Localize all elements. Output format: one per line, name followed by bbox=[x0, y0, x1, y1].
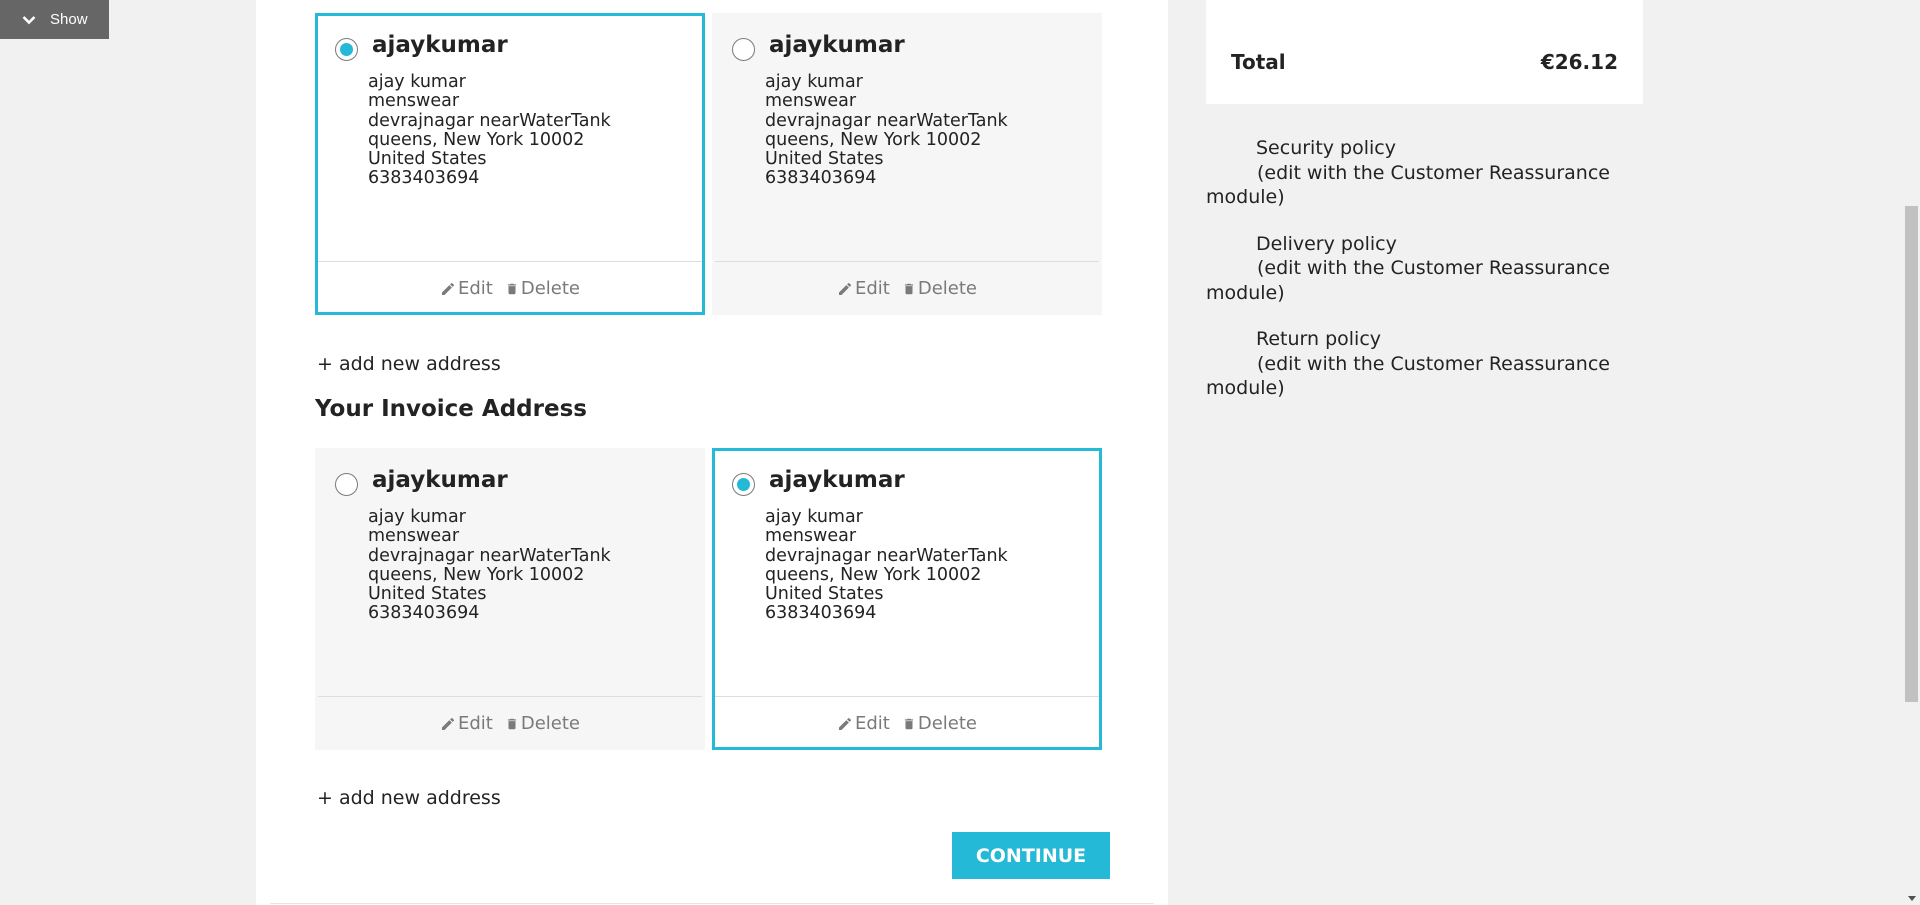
invoice-address-card[interactable]: ajaykumar ajay kumar menswear devrajnaga… bbox=[315, 448, 705, 750]
address-line: devrajnagar nearWaterTank bbox=[368, 110, 611, 131]
reassurance-title: Delivery policy bbox=[1256, 232, 1397, 255]
reassurance-title: Security policy bbox=[1256, 137, 1396, 159]
address-line: menswear bbox=[368, 526, 460, 547]
delete-address-button[interactable]: Delete bbox=[902, 278, 977, 299]
address-radio[interactable] bbox=[732, 38, 755, 61]
address-line: devrajnagar nearWaterTank bbox=[368, 545, 611, 566]
reassurance-subtitle: (edit with the Customer Reassurance modu… bbox=[1206, 257, 1610, 304]
address-lines: ajay kumar menswear devrajnagar nearWate… bbox=[368, 72, 611, 189]
edit-address-button[interactable]: Edit bbox=[837, 278, 890, 299]
total-value: €26.12 bbox=[1540, 50, 1618, 74]
trash-icon bbox=[507, 718, 516, 729]
show-toggle-button[interactable]: Show bbox=[0, 0, 109, 39]
pencil-icon bbox=[838, 717, 851, 730]
edit-label: Edit bbox=[854, 713, 890, 734]
address-line: queens, New York 10002 bbox=[368, 129, 585, 150]
address-line: 6383403694 bbox=[368, 603, 480, 624]
address-line: ajay kumar bbox=[368, 507, 466, 527]
address-line: ajay kumar bbox=[368, 72, 466, 92]
address-radio[interactable] bbox=[732, 473, 755, 496]
address-actions: Edit Delete bbox=[318, 261, 702, 315]
address-line: queens, New York 10002 bbox=[765, 564, 982, 585]
address-alias: ajaykumar bbox=[769, 467, 905, 493]
address-line: United States bbox=[368, 584, 487, 605]
address-lines: ajay kumar menswear devrajnagar nearWate… bbox=[765, 507, 1008, 624]
edit-address-button[interactable]: Edit bbox=[440, 278, 493, 299]
vertical-scrollbar[interactable] bbox=[1903, 0, 1920, 905]
address-line: queens, New York 10002 bbox=[368, 564, 585, 585]
address-line: 6383403694 bbox=[368, 168, 480, 189]
address-lines: ajay kumar menswear devrajnagar nearWate… bbox=[765, 72, 1008, 189]
address-radio[interactable] bbox=[335, 38, 358, 61]
address-alias: ajaykumar bbox=[372, 467, 508, 493]
scroll-down-arrow-icon[interactable] bbox=[1908, 896, 1916, 901]
reassurance-item-security: Security policy (edit with the Customer … bbox=[1206, 136, 1626, 210]
address-line: United States bbox=[368, 149, 487, 170]
address-line: United States bbox=[765, 149, 884, 170]
delivery-address-card[interactable]: ajaykumar ajay kumar menswear devrajnaga… bbox=[315, 13, 705, 315]
address-line: ajay kumar bbox=[765, 507, 863, 527]
address-line: ajay kumar bbox=[765, 72, 863, 92]
pencil-icon bbox=[441, 717, 454, 730]
reassurance-subtitle: (edit with the Customer Reassurance modu… bbox=[1206, 352, 1610, 400]
reassurance-item-return: Return policy (edit with the Customer Re… bbox=[1206, 327, 1626, 401]
delete-label: Delete bbox=[917, 713, 977, 734]
divider bbox=[270, 903, 1154, 904]
address-alias: ajaykumar bbox=[372, 32, 508, 58]
cart-summary: Total €26.12 bbox=[1206, 0, 1643, 104]
address-line: devrajnagar nearWaterTank bbox=[765, 545, 1008, 566]
address-lines: ajay kumar menswear devrajnagar nearWate… bbox=[368, 507, 611, 624]
reassurance-title: Return policy bbox=[1256, 328, 1382, 350]
edit-address-button[interactable]: Edit bbox=[837, 713, 890, 734]
total-label: Total bbox=[1231, 50, 1286, 74]
address-actions: Edit Delete bbox=[318, 696, 702, 750]
delete-address-button[interactable]: Delete bbox=[505, 278, 580, 299]
delete-address-button[interactable]: Delete bbox=[505, 713, 580, 734]
reassurance-item-delivery: Delivery policy (edit with the Customer … bbox=[1206, 232, 1626, 306]
edit-label: Edit bbox=[457, 278, 493, 299]
trash-icon bbox=[904, 283, 913, 294]
delete-label: Delete bbox=[917, 278, 977, 299]
edit-label: Edit bbox=[854, 278, 890, 299]
address-radio[interactable] bbox=[335, 473, 358, 496]
pencil-icon bbox=[838, 282, 851, 295]
address-line: menswear bbox=[765, 526, 857, 547]
add-new-invoice-address-link[interactable]: + add new address bbox=[317, 787, 501, 809]
address-line: devrajnagar nearWaterTank bbox=[765, 110, 1008, 131]
address-actions: Edit Delete bbox=[715, 696, 1099, 750]
trash-icon bbox=[904, 718, 913, 729]
add-new-delivery-address-link[interactable]: + add new address bbox=[317, 353, 501, 375]
scrollbar-thumb[interactable] bbox=[1905, 206, 1918, 702]
address-line: United States bbox=[765, 584, 884, 605]
address-line: 6383403694 bbox=[765, 168, 877, 189]
address-alias: ajaykumar bbox=[769, 32, 905, 58]
delete-address-button[interactable]: Delete bbox=[902, 713, 977, 734]
address-line: menswear bbox=[368, 91, 460, 112]
show-toggle-label: Show bbox=[50, 11, 88, 28]
address-actions: Edit Delete bbox=[715, 261, 1099, 315]
delivery-address-card[interactable]: ajaykumar ajay kumar menswear devrajnaga… bbox=[712, 13, 1102, 315]
address-line: menswear bbox=[765, 91, 857, 112]
address-line: queens, New York 10002 bbox=[765, 129, 982, 150]
address-line: 6383403694 bbox=[765, 603, 877, 624]
delete-label: Delete bbox=[520, 278, 580, 299]
edit-address-button[interactable]: Edit bbox=[440, 713, 493, 734]
delete-label: Delete bbox=[520, 713, 580, 734]
pencil-icon bbox=[441, 282, 454, 295]
invoice-address-card[interactable]: ajaykumar ajay kumar menswear devrajnaga… bbox=[712, 448, 1102, 750]
chevron-down-icon bbox=[22, 15, 36, 24]
reassurance-subtitle: (edit with the Customer Reassurance modu… bbox=[1206, 161, 1610, 209]
invoice-address-heading: Your Invoice Address bbox=[315, 396, 587, 422]
edit-label: Edit bbox=[457, 713, 493, 734]
continue-button[interactable]: CONTINUE bbox=[952, 832, 1110, 879]
customer-reassurance: Security policy (edit with the Customer … bbox=[1206, 136, 1626, 423]
trash-icon bbox=[507, 283, 516, 294]
